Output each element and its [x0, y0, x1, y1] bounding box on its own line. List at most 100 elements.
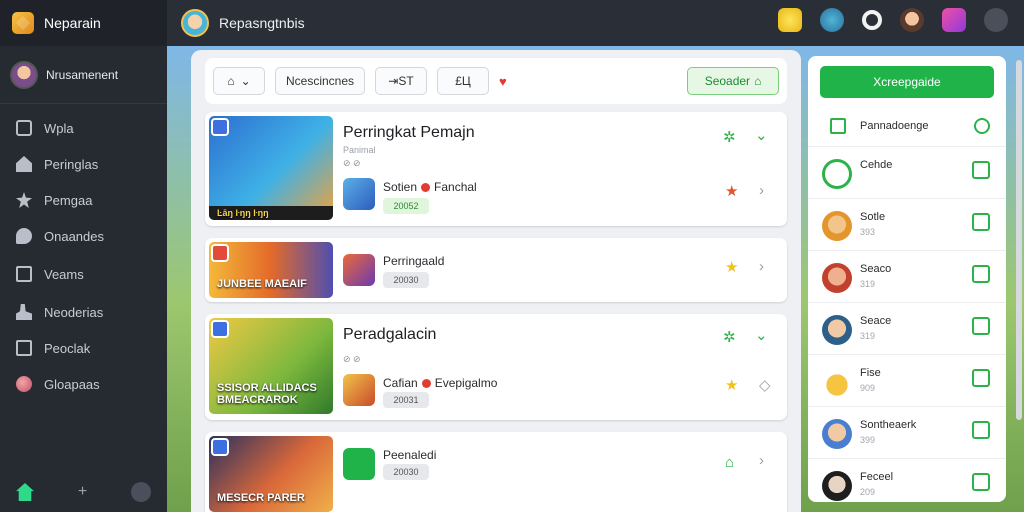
- globe-icon[interactable]: [820, 8, 844, 32]
- status-dot: [421, 183, 431, 192]
- list-item[interactable]: Seaco 319: [808, 250, 1006, 302]
- user-name: Nrusamenent: [46, 67, 119, 82]
- card-meta: ⊘ ⊘: [343, 158, 361, 168]
- card-meta: ⊘ ⊘: [343, 354, 361, 364]
- item-name: Sotle: [860, 211, 886, 223]
- chevron-down-icon[interactable]: ⌄: [755, 326, 768, 344]
- home-icon: ⌂: [227, 74, 235, 88]
- star-icon: [16, 192, 32, 208]
- game-card[interactable]: Ŀāŋ ŀŋŋ ŀŋŋ Perringkat Pemajn Panimal ⊘ …: [205, 112, 787, 226]
- list-item[interactable]: Seace 319: [808, 302, 1006, 354]
- filter-chip-b[interactable]: £Ц: [437, 67, 489, 95]
- game-thumbnail[interactable]: MESECR PARER: [209, 436, 333, 512]
- recycle-icon[interactable]: [972, 265, 990, 283]
- item-count: 319: [860, 331, 876, 341]
- add-icon[interactable]: +: [78, 483, 87, 501]
- game-thumbnail[interactable]: Ŀāŋ ŀŋŋ ŀŋŋ: [209, 116, 333, 220]
- sidebar-item-5[interactable]: Veams: [0, 256, 167, 292]
- badge-icon: [211, 118, 229, 136]
- list-item[interactable]: Sontheaerk 399: [808, 406, 1006, 458]
- sidebar-item-6[interactable]: Neoderias: [0, 294, 167, 330]
- recycle-icon[interactable]: [972, 473, 990, 491]
- item-name: Seace: [860, 315, 892, 327]
- chevron-right-icon[interactable]: ›: [759, 452, 764, 469]
- user-icon[interactable]: [984, 8, 1008, 32]
- chevron-right-icon[interactable]: ›: [759, 182, 764, 199]
- game-thumbnail[interactable]: SSISOR ALLIDACS BMEACRAROK: [209, 318, 333, 414]
- thumbnail-caption: JUNBEE MAEAIF: [217, 278, 307, 290]
- filter-chip-a[interactable]: ⇥ST: [375, 67, 427, 95]
- recycle-icon[interactable]: [972, 317, 990, 335]
- sidebar-item-8[interactable]: Gloapaas: [0, 366, 167, 402]
- game-thumbnail[interactable]: JUNBEE MAEAIF: [209, 242, 333, 298]
- search-chip[interactable]: Ncescincnes: [275, 67, 365, 95]
- item-count: 399: [860, 435, 876, 445]
- settings-icon[interactable]: [131, 482, 151, 502]
- avatar[interactable]: [343, 374, 375, 406]
- scrollbar[interactable]: [1016, 60, 1022, 420]
- checkbox-icon: [830, 118, 846, 134]
- list-item[interactable]: Pannadoenge: [808, 108, 1006, 146]
- avatar[interactable]: [343, 448, 375, 480]
- primary-action-button[interactable]: Xcreepgaide: [820, 66, 994, 98]
- star-icon[interactable]: ★: [725, 376, 738, 394]
- game-card[interactable]: MESECR PARER Peenaledi 20030 ⌂ ›: [205, 432, 787, 512]
- chevron-down-icon[interactable]: ⌄: [755, 126, 768, 144]
- recycle-icon[interactable]: [972, 213, 990, 231]
- sidebar-item-2[interactable]: Peringlas: [0, 146, 167, 182]
- sidebar-item-7[interactable]: Peoclak: [0, 330, 167, 366]
- home-dropdown[interactable]: ⌂ ⌄: [213, 67, 265, 95]
- mail-icon: [16, 266, 32, 282]
- list-item[interactable]: Fise 909: [808, 354, 1006, 406]
- game-card[interactable]: SSISOR ALLIDACS BMEACRAROK Peradgalacin …: [205, 314, 787, 420]
- heart-icon[interactable]: ♥: [499, 74, 507, 89]
- list-item[interactable]: Cehde: [808, 146, 1006, 198]
- favorite-icon[interactable]: ✲: [723, 328, 736, 346]
- home-icon[interactable]: [16, 483, 34, 501]
- profile-avatar-icon[interactable]: [900, 8, 924, 32]
- card-user: Sotien Fanchal: [383, 180, 477, 194]
- list-item[interactable]: Sotle 393: [808, 198, 1006, 250]
- top-bar: Repasngtnbis: [167, 0, 1024, 46]
- sidebar-item-1[interactable]: Wpla: [0, 110, 167, 146]
- player-list: Pannadoenge Cehde Sotle 393 Seaco 319 Seac…: [808, 108, 1006, 502]
- sidebar-item-label: Peoclak: [44, 340, 91, 356]
- score-pill: 20030: [383, 464, 429, 480]
- score-pill: 20052: [383, 198, 429, 214]
- recycle-icon[interactable]: [972, 369, 990, 387]
- card-user: Cafian Evepigalmo: [383, 376, 497, 390]
- user-name-secondary: Evepigalmo: [434, 376, 498, 390]
- sidebar-item-4[interactable]: Onaandes: [0, 218, 167, 254]
- card-title[interactable]: Peradgalacin: [343, 326, 436, 344]
- ring-icon[interactable]: [862, 10, 882, 30]
- sidebar-item-label: Onaandes: [44, 228, 104, 244]
- main-panel: ⌂ ⌄ Ncescincnes ⇥ST £Ц ♥ Seoader ⌂ Ŀāŋ ŀ…: [191, 50, 801, 512]
- user-name-secondary: Fanchal: [434, 180, 477, 194]
- app-name: Neparain: [44, 15, 101, 31]
- game-icon[interactable]: [942, 8, 966, 32]
- status-icon[interactable]: [974, 118, 990, 134]
- thumbs-up-icon: [822, 367, 852, 397]
- favorite-icon[interactable]: ✲: [723, 128, 736, 146]
- home-icon[interactable]: ⌂: [725, 454, 734, 471]
- green-action-button[interactable]: Seoader ⌂: [687, 67, 779, 95]
- recycle-icon[interactable]: [972, 421, 990, 439]
- avatar[interactable]: [343, 254, 375, 286]
- game-card[interactable]: JUNBEE MAEAIF Perringaald 20030 ★ ›: [205, 238, 787, 302]
- brand[interactable]: Neparain: [0, 0, 167, 46]
- card-title[interactable]: Perringkat Pemajn: [343, 124, 475, 142]
- image-icon: [16, 340, 32, 356]
- star-icon[interactable]: ★: [725, 258, 738, 276]
- sidebar-item-3[interactable]: Pemgaa: [0, 182, 167, 218]
- recycle-icon[interactable]: [972, 161, 990, 179]
- coin-icon[interactable]: [778, 8, 802, 32]
- avatar[interactable]: [343, 178, 375, 210]
- chevron-right-icon[interactable]: ›: [759, 258, 764, 275]
- star-icon[interactable]: ★: [725, 182, 738, 200]
- list-item[interactable]: Feceel 209: [808, 458, 1006, 502]
- avatar[interactable]: [181, 9, 209, 37]
- diamond-icon[interactable]: ◇: [759, 376, 771, 394]
- badge-icon: [211, 438, 229, 456]
- user-profile[interactable]: Nrusamenent: [0, 46, 167, 104]
- avatar: [822, 211, 852, 241]
